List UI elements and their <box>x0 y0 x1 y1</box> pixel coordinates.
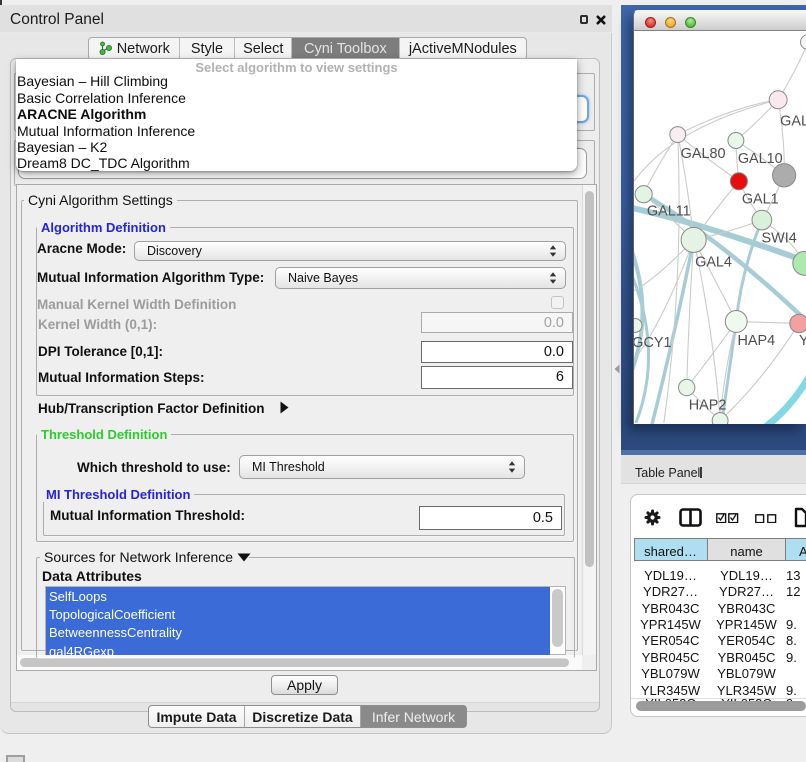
svg-text:HAP4: HAP4 <box>737 333 775 349</box>
svg-text:GAL10: GAL10 <box>738 151 783 167</box>
svg-text:GCY1: GCY1 <box>633 335 672 351</box>
svg-text:GAL1: GAL1 <box>742 192 779 208</box>
svg-text:GAL11: GAL11 <box>647 204 691 220</box>
svg-text:GAL80: GAL80 <box>681 146 726 162</box>
svg-text:GAL4: GAL4 <box>695 254 732 270</box>
svg-text:GAL7: GAL7 <box>780 114 806 130</box>
svg-text:HAP2: HAP2 <box>689 397 727 413</box>
svg-text:Y: Y <box>799 333 806 349</box>
svg-text:SWI4: SWI4 <box>762 230 797 246</box>
